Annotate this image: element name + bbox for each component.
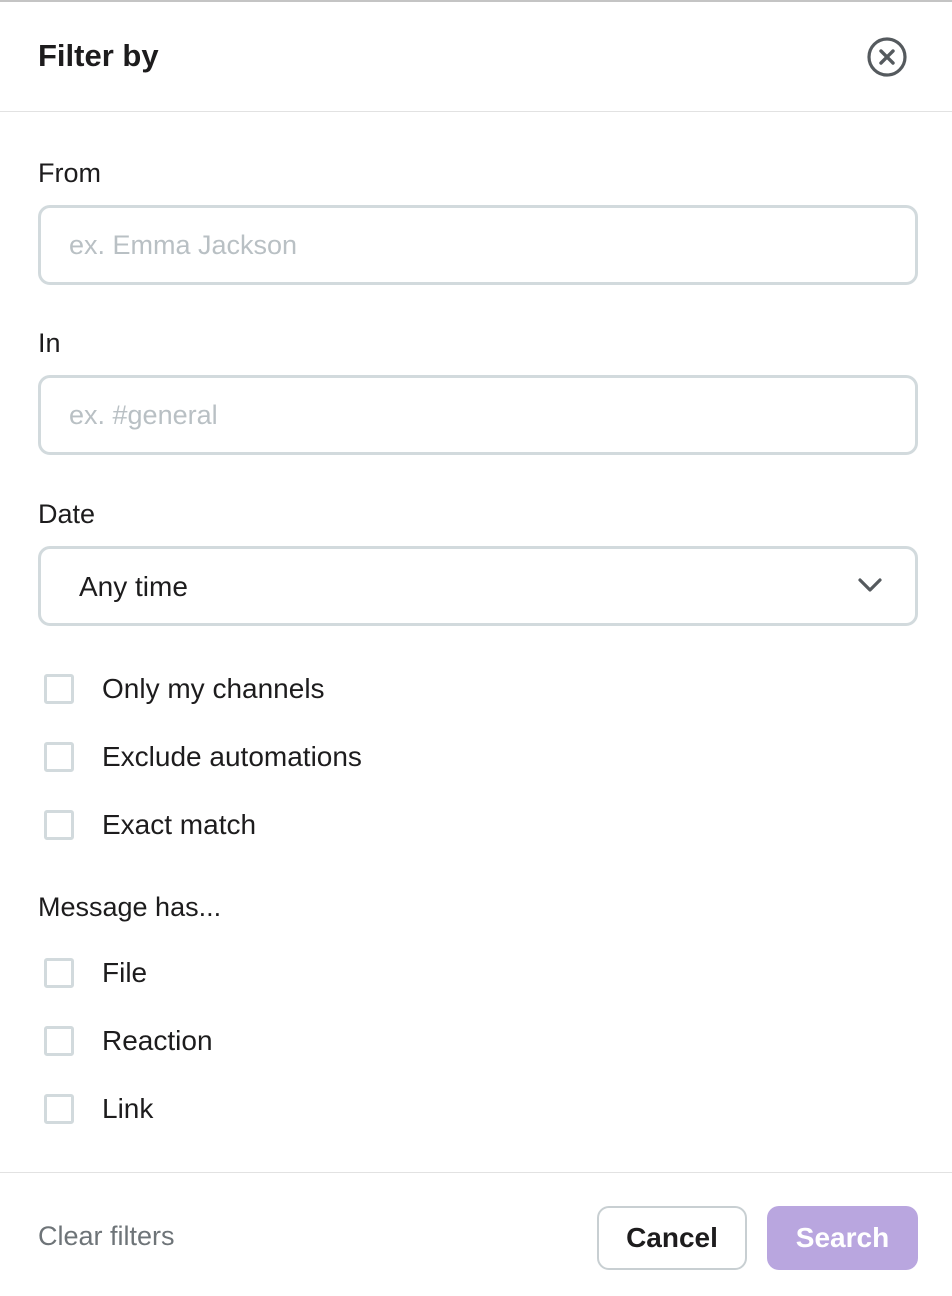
clear-filters-link[interactable]: Clear filters: [38, 1221, 175, 1252]
exact-match-checkbox[interactable]: [44, 810, 74, 840]
dialog-header: Filter by: [0, 2, 952, 112]
close-circle-icon: [867, 37, 907, 77]
only-my-channels-label: Only my channels: [102, 673, 325, 704]
file-checkbox[interactable]: [44, 958, 74, 988]
date-select[interactable]: Any time: [38, 546, 918, 626]
filter-dialog: Filter by From In Date Any time Only my …: [0, 0, 952, 1296]
close-button[interactable]: [866, 36, 908, 78]
exclude-automations-option[interactable]: Exclude automations: [44, 739, 362, 775]
exclude-automations-label: Exclude automations: [102, 741, 362, 772]
reaction-option[interactable]: Reaction: [44, 1023, 213, 1059]
only-my-channels-option[interactable]: Only my channels: [44, 671, 325, 707]
date-label: Date: [38, 499, 96, 529]
date-select-value: Any time: [79, 571, 188, 602]
dialog-title: Filter by: [38, 38, 159, 73]
dialog-footer: Clear filters Cancel Search: [0, 1172, 952, 1296]
exact-match-option[interactable]: Exact match: [44, 807, 256, 843]
file-option[interactable]: File: [44, 955, 147, 991]
message-has-label: Message has...: [38, 892, 222, 922]
exclude-automations-checkbox[interactable]: [44, 742, 74, 772]
link-label: Link: [102, 1093, 154, 1124]
search-button[interactable]: Search: [767, 1206, 918, 1270]
from-label: From: [38, 158, 101, 188]
link-checkbox[interactable]: [44, 1094, 74, 1124]
chevron-down-icon: [858, 578, 882, 592]
cancel-button[interactable]: Cancel: [597, 1206, 747, 1270]
in-label: In: [38, 328, 61, 358]
in-input[interactable]: [38, 375, 918, 455]
only-my-channels-checkbox[interactable]: [44, 674, 74, 704]
reaction-label: Reaction: [102, 1025, 213, 1056]
reaction-checkbox[interactable]: [44, 1026, 74, 1056]
exact-match-label: Exact match: [102, 809, 257, 840]
from-input[interactable]: [38, 205, 918, 285]
link-option[interactable]: Link: [44, 1091, 153, 1127]
file-label: File: [102, 957, 148, 988]
